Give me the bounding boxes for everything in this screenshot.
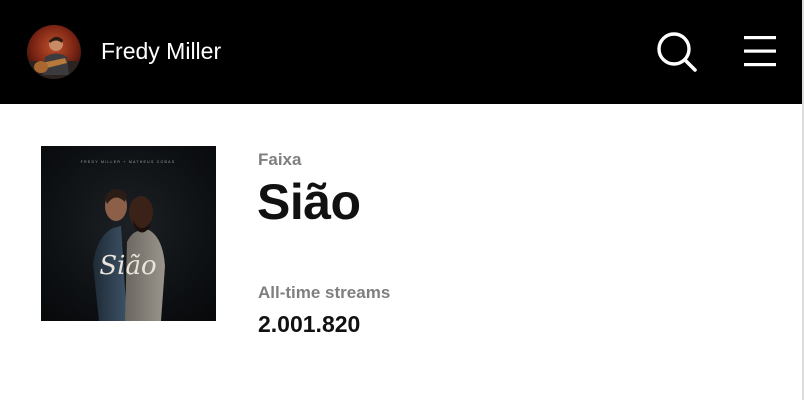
track-cover: FREDY MILLER + MATHEUS COBAS Sião bbox=[41, 146, 216, 321]
cover-credit-text: FREDY MILLER + MATHEUS COBAS bbox=[81, 160, 176, 164]
all-time-streams-label: All-time streams bbox=[258, 283, 391, 302]
all-time-streams-value: 2.001.820 bbox=[258, 311, 361, 337]
track-type-label: Faixa bbox=[258, 150, 302, 169]
cover-art: FREDY MILLER + MATHEUS COBAS Sião bbox=[41, 146, 216, 321]
search-icon bbox=[657, 32, 697, 72]
search-button[interactable] bbox=[653, 29, 699, 75]
artist-avatar[interactable] bbox=[27, 25, 81, 79]
hamburger-menu-icon bbox=[744, 36, 776, 67]
cover-script-title: Sião bbox=[99, 251, 156, 281]
track-title: Sião bbox=[257, 174, 361, 230]
top-bar: Fredy Miller bbox=[0, 0, 802, 104]
artist-name[interactable]: Fredy Miller bbox=[101, 36, 221, 66]
avatar-image bbox=[27, 25, 81, 79]
menu-button[interactable] bbox=[740, 31, 780, 71]
